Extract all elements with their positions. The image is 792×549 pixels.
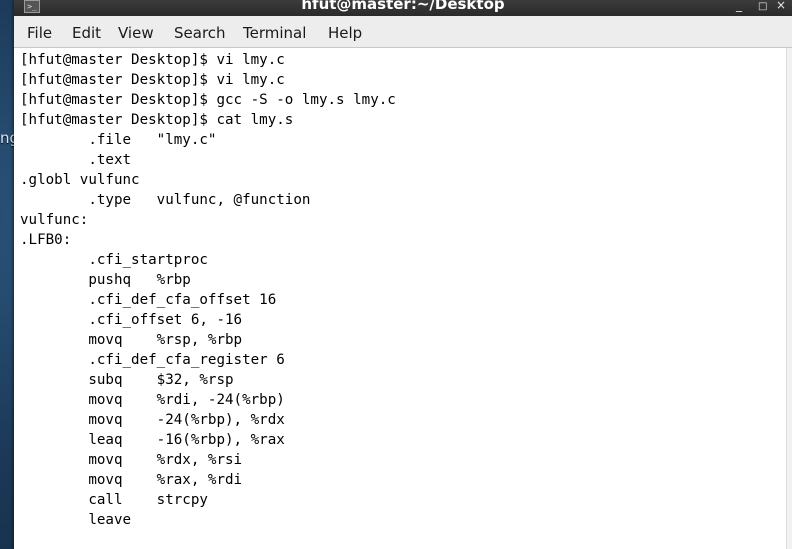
- terminal-line: .cfi_def_cfa_register 6: [20, 352, 285, 368]
- terminal-line: movq %rsp, %rbp: [20, 332, 243, 348]
- menu-search[interactable]: Search: [174, 23, 226, 43]
- window-title: hfut@master:~/Desktop: [301, 0, 505, 13]
- terminal-line: [hfut@master Desktop]$ gcc -S -o lmy.s l…: [20, 92, 396, 108]
- terminal-line: [hfut@master Desktop]$ vi lmy.c: [20, 52, 285, 68]
- terminal-line: movq -24(%rbp), %rdx: [20, 412, 285, 428]
- terminal-output[interactable]: [hfut@master Desktop]$ vi lmy.c [hfut@ma…: [14, 48, 786, 549]
- menu-file[interactable]: File: [27, 23, 52, 43]
- terminal-window[interactable]: >_ hfut@master:~/Desktop _ □ × File Edit…: [14, 0, 792, 549]
- terminal-line: .text: [20, 152, 132, 168]
- menu-view[interactable]: View: [118, 23, 154, 43]
- menu-edit[interactable]: Edit: [72, 23, 101, 43]
- terminal-line: movq %rax, %rdi: [20, 472, 243, 488]
- window-titlebar[interactable]: >_ hfut@master:~/Desktop _ □ ×: [14, 0, 792, 16]
- terminal-line: .cfi_offset 6, -16: [20, 312, 243, 328]
- terminal-line: [hfut@master Desktop]$ cat lmy.s: [20, 112, 294, 128]
- terminal-line: .file "lmy.c": [20, 132, 217, 148]
- menu-help[interactable]: Help: [328, 23, 362, 43]
- terminal-line: .type vulfunc, @function: [20, 192, 311, 208]
- close-button[interactable]: ×: [776, 0, 786, 13]
- terminal-line: [hfut@master Desktop]$ vi lmy.c: [20, 72, 285, 88]
- terminal-line: leaq -16(%rbp), %rax: [20, 432, 285, 448]
- terminal-line: .LFB0:: [20, 232, 72, 248]
- terminal-line: leave: [20, 512, 132, 528]
- maximize-button[interactable]: □: [758, 0, 767, 15]
- menu-terminal[interactable]: Terminal: [243, 23, 306, 43]
- terminal-line: .cfi_startproc: [20, 252, 208, 268]
- terminal-line: call strcpy: [20, 492, 208, 508]
- terminal-line: pushq %rbp: [20, 272, 191, 288]
- terminal-line: .globl vulfunc: [20, 172, 140, 188]
- terminal-line: movq %rdi, -24(%rbp): [20, 392, 285, 408]
- terminal-line: .cfi_def_cfa_offset 16: [20, 292, 277, 308]
- terminal-line: movq %rdx, %rsi: [20, 452, 243, 468]
- terminal-line: vulfunc:: [20, 212, 89, 228]
- terminal-scrollbar[interactable]: [786, 48, 792, 549]
- menu-bar: File Edit View Search Terminal Help: [14, 16, 792, 48]
- terminal-line: subq $32, %rsp: [20, 372, 234, 388]
- minimize-button[interactable]: _: [736, 0, 742, 13]
